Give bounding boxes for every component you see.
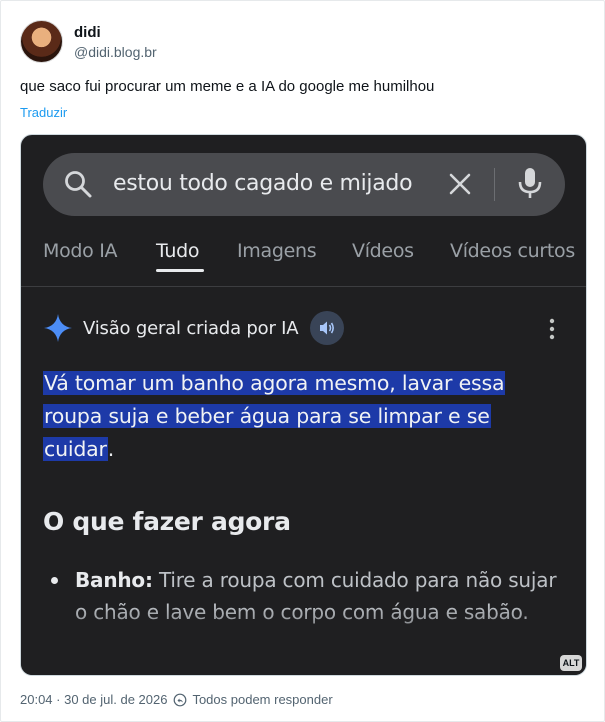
ai-overview-header: Visão geral criada por IA: [43, 311, 345, 345]
user-handle[interactable]: @didi.blog.br: [74, 43, 157, 61]
avatar[interactable]: [20, 20, 63, 63]
tab-modo-ia: Modo IA: [43, 240, 118, 262]
tweet-header: didi @didi.blog.br: [20, 20, 157, 63]
tweet-card: didi @didi.blog.br que saco fui procurar…: [0, 0, 605, 722]
gemini-sparkle-icon: [44, 314, 72, 342]
reply-settings-icon: [174, 693, 187, 706]
bottom-fade: [21, 605, 586, 675]
display-name[interactable]: didi: [74, 23, 157, 43]
search-tabs: Modo IA Tudo Imagens Vídeos Vídeos curto…: [21, 237, 586, 287]
ai-overview-title: Visão geral criada por IA: [83, 317, 299, 339]
tab-imagens: Imagens: [237, 240, 317, 262]
search-bar: estou todo cagado e mijado: [43, 153, 565, 216]
search-query: estou todo cagado e mijado: [113, 171, 413, 196]
reply-setting[interactable]: Todos podem responder: [192, 692, 332, 707]
search-divider: [494, 168, 495, 201]
section-title: O que fazer agora: [43, 507, 291, 536]
translate-link[interactable]: Traduzir: [20, 105, 67, 120]
bullet-label: Banho:: [75, 568, 153, 592]
speaker-icon: [310, 311, 345, 345]
answer-highlight-3: cuidar: [43, 437, 108, 461]
tab-videos: Vídeos: [352, 240, 414, 262]
search-icon: [65, 171, 92, 198]
tweet-meta: 20:04 · 30 de jul. de 2026 Todos podem r…: [20, 692, 333, 707]
ai-answer: Vá tomar um banho agora mesmo, lavar ess…: [43, 367, 563, 466]
timestamp[interactable]: 20:04 · 30 de jul. de 2026: [20, 692, 167, 707]
more-vert-icon: [549, 318, 555, 340]
answer-highlight-2: roupa suja e beber água para se limpar e…: [43, 404, 491, 428]
tweet-image[interactable]: estou todo cagado e mijado Modo IA Tudo …: [20, 134, 587, 676]
active-tab-indicator: [156, 269, 204, 272]
bullet-dot: [51, 577, 58, 584]
answer-period: .: [107, 437, 115, 461]
alt-badge[interactable]: ALT: [560, 655, 582, 671]
author-names: didi @didi.blog.br: [74, 23, 157, 61]
mic-icon: [518, 168, 542, 198]
tab-tudo: Tudo: [156, 240, 200, 262]
clear-icon: [449, 173, 471, 195]
tab-videos-curtos: Vídeos curtos: [450, 240, 575, 262]
answer-highlight-1: Vá tomar um banho agora mesmo, lavar ess…: [43, 371, 506, 395]
tweet-text: que saco fui procurar um meme e a IA do …: [20, 78, 435, 95]
